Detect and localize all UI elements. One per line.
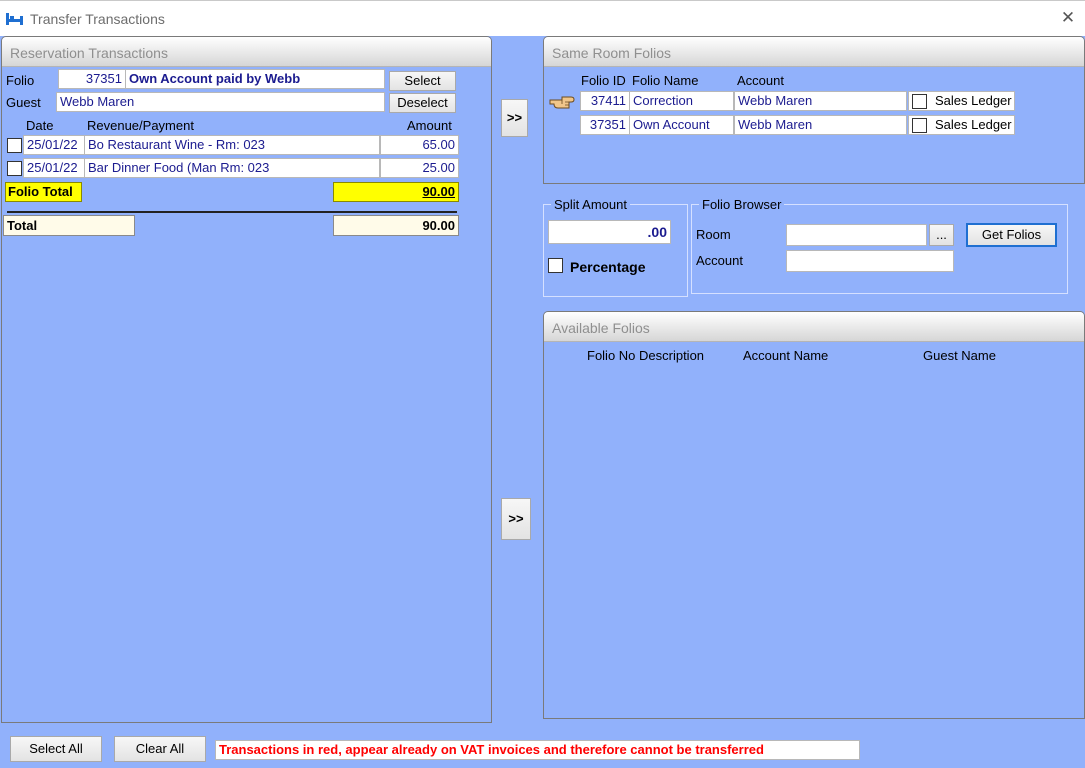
folio-id-field[interactable]: 37351 xyxy=(58,69,126,89)
split-amount-group xyxy=(543,204,688,297)
account-name-column-header: Account Name xyxy=(743,348,829,363)
total-label: Total xyxy=(3,215,135,236)
pointing-hand-icon xyxy=(549,96,575,109)
room-label: Room xyxy=(696,227,731,242)
available-folios-panel: Available Folios xyxy=(543,311,1085,719)
folio-name-field[interactable]: Own Account paid by Webb xyxy=(125,69,385,89)
transfer-to-folio-button[interactable]: >> xyxy=(501,99,528,137)
folio-total-value: 90.00 xyxy=(333,182,459,202)
amount-column-header: Amount xyxy=(407,118,452,133)
account-column-header: Account xyxy=(737,73,784,88)
total-divider xyxy=(7,211,457,213)
percentage-checkbox[interactable] xyxy=(548,258,563,273)
same-room-folio-id[interactable]: 37351 xyxy=(580,115,630,135)
total-value: 90.00 xyxy=(333,215,459,236)
sales-ledger-label: Sales Ledger xyxy=(935,117,1012,132)
same-room-account[interactable]: Webb Maren xyxy=(734,91,907,111)
folio-browser-group xyxy=(691,204,1068,294)
clear-all-button[interactable]: Clear All xyxy=(114,736,206,762)
transaction-description: Bo Restaurant Wine - Rm: 023 xyxy=(84,135,380,155)
same-room-folio-name[interactable]: Correction xyxy=(629,91,734,111)
guest-name-column-header: Guest Name xyxy=(923,348,996,363)
account-input[interactable] xyxy=(786,250,954,272)
date-column-header: Date xyxy=(26,118,54,133)
same-room-folio-id[interactable]: 37411 xyxy=(580,91,630,111)
same-room-account[interactable]: Webb Maren xyxy=(734,115,907,135)
close-icon[interactable]: ✕ xyxy=(1058,7,1078,29)
guest-name-field[interactable]: Webb Maren xyxy=(56,92,385,112)
title-bar: Transfer Transactions ✕ xyxy=(0,0,1085,36)
select-all-button[interactable]: Select All xyxy=(10,736,102,762)
vat-notice: Transactions in red, appear already on V… xyxy=(215,740,860,760)
get-folios-button[interactable]: Get Folios xyxy=(966,223,1057,247)
revenue-column-header: Revenue/Payment xyxy=(87,118,194,133)
bed-icon xyxy=(6,13,23,25)
deselect-button[interactable]: Deselect xyxy=(389,93,456,113)
window-title: Transfer Transactions xyxy=(30,11,165,27)
folio-id-column-header: Folio ID xyxy=(581,73,626,88)
split-amount-label: Split Amount xyxy=(551,197,630,212)
sales-ledger-checkbox[interactable] xyxy=(912,94,927,109)
row-checkbox[interactable] xyxy=(7,138,22,153)
room-browse-button[interactable]: ... xyxy=(929,224,954,246)
sales-ledger-toggle[interactable]: Sales Ledger xyxy=(908,115,1015,135)
transaction-description: Bar Dinner Food (Man Rm: 023 xyxy=(84,158,380,178)
sales-ledger-toggle[interactable]: Sales Ledger xyxy=(908,91,1015,111)
transaction-amount: 25.00 xyxy=(380,158,459,178)
available-folios-title: Available Folios xyxy=(544,312,1084,342)
transfer-to-available-folio-button[interactable]: >> xyxy=(501,498,531,540)
description-column-header: Description xyxy=(639,348,705,363)
room-input[interactable] xyxy=(786,224,927,246)
folio-total-label: Folio Total xyxy=(5,182,82,202)
folio-browser-label: Folio Browser xyxy=(699,197,785,212)
transaction-date: 25/01/22 xyxy=(23,158,85,178)
transaction-amount: 65.00 xyxy=(380,135,459,155)
folio-name-column-header: Folio Name xyxy=(632,73,699,88)
folio-no-column-header: Folio No xyxy=(587,348,636,363)
sales-ledger-checkbox[interactable] xyxy=(912,118,927,133)
guest-label: Guest xyxy=(6,95,41,110)
account-label: Account xyxy=(696,253,743,268)
folio-label: Folio xyxy=(6,73,35,88)
select-button[interactable]: Select xyxy=(389,71,456,91)
row-checkbox[interactable] xyxy=(7,161,22,176)
reservation-panel-title: Reservation Transactions xyxy=(2,37,491,67)
same-room-folio-name[interactable]: Own Account xyxy=(629,115,734,135)
percentage-label: Percentage xyxy=(570,259,646,275)
transaction-date: 25/01/22 xyxy=(23,135,85,155)
same-room-panel-title: Same Room Folios xyxy=(544,37,1084,67)
split-amount-input[interactable]: .00 xyxy=(548,220,671,244)
sales-ledger-label: Sales Ledger xyxy=(935,93,1012,108)
